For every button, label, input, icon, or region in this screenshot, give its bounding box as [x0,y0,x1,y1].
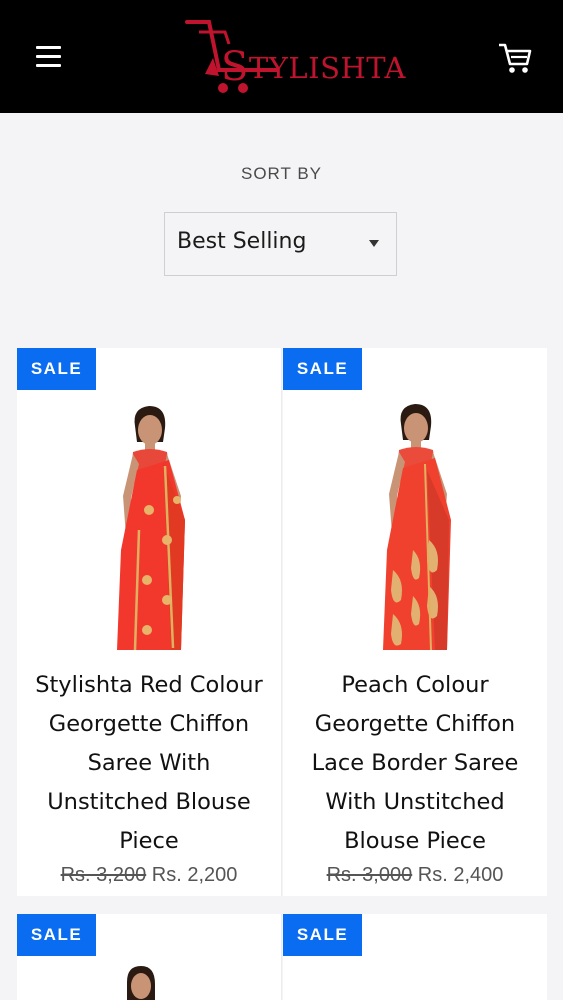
stylishta-logo[interactable]: STYLISHTA [185,14,405,100]
sale-badge: SALE [283,914,362,956]
sale-price: Rs. 2,200 [151,864,238,886]
price-row: Rs. 3,000 Rs. 2,400 [283,864,547,887]
product-card[interactable]: SALE [283,914,547,1000]
sale-badge: SALE [283,348,362,390]
sort-selected-value: Best Selling [177,229,307,254]
price-row: Rs. 3,200 Rs. 2,200 [17,864,281,887]
site-header: STYLISHTA [0,0,563,113]
product-image[interactable] [77,400,227,650]
product-title[interactable]: Peach Colour Georgette Chiffon Lace Bord… [293,666,537,861]
product-image[interactable] [121,964,161,1000]
product-card[interactable]: SALE [17,914,281,1000]
sale-badge: SALE [17,348,96,390]
product-card[interactable]: SALE Stylishta Red Colour Georgette Chif… [17,348,281,896]
product-image[interactable] [343,400,493,650]
sort-select[interactable]: Best Selling [164,212,397,276]
chevron-down-icon [369,240,379,247]
logo-text: STYLISHTA [221,44,406,90]
sale-price: Rs. 2,400 [417,864,504,886]
original-price: Rs. 3,200 [60,864,147,886]
sale-badge: SALE [17,914,96,956]
product-title[interactable]: Stylishta Red Colour Georgette Chiffon S… [27,666,271,861]
shopping-cart-icon[interactable] [497,42,533,76]
product-card[interactable]: SALE Peach Colour Georgette Chiffon Lace… [283,348,547,896]
hamburger-menu-icon[interactable] [36,46,62,68]
sort-by-label: SORT BY [240,164,322,183]
original-price: Rs. 3,000 [326,864,413,886]
